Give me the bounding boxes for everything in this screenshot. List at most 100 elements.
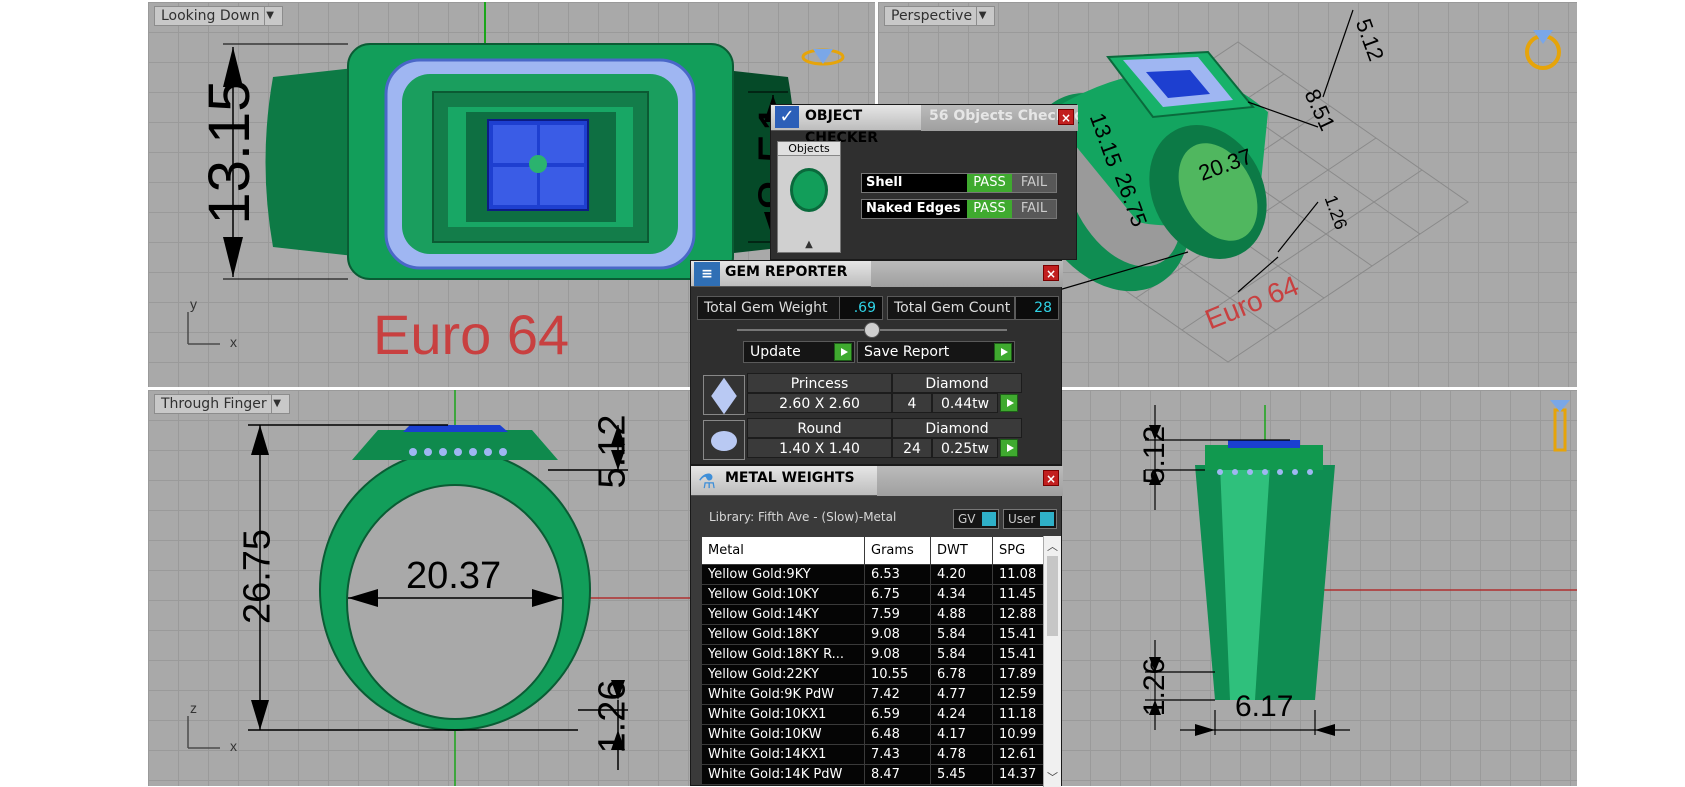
table-row[interactable]: White Gold:10KX1 6.59 4.24 11.18	[701, 704, 1043, 725]
pass-badge[interactable]: PASS	[967, 200, 1012, 218]
table-cell: 4.34	[930, 584, 993, 605]
dimension-shank-width: 6.17	[1235, 690, 1294, 723]
gem-row[interactable]: Princess Diamond 2.60 X 2.60 4 0.44tw	[701, 373, 1053, 415]
scroll-down-icon[interactable]: ﹀	[1047, 769, 1058, 785]
user-toggle[interactable]: User	[1003, 509, 1057, 529]
scrollbar-thumb[interactable]	[1047, 556, 1058, 636]
gv-toggle[interactable]: GV	[953, 509, 999, 529]
table-cell: 4.77	[930, 684, 993, 705]
scroll-up-icon[interactable]: ▲	[778, 239, 840, 250]
round-gem-icon	[703, 420, 745, 460]
table-row[interactable]: Yellow Gold:10KY 6.75 4.34 11.45	[701, 584, 1043, 605]
metal-table-body: Yellow Gold:9KY 6.53 4.20 11.08 Yellow Gold:…	[701, 564, 1043, 785]
gem-detail-button[interactable]	[1000, 394, 1018, 412]
gem-detail-button[interactable]	[1000, 439, 1018, 457]
table-cell: 5.45	[930, 764, 993, 785]
gem-reporter-title: ≡ GEM REPORTER	[691, 261, 871, 287]
table-row[interactable]: Yellow Gold:9KY 6.53 4.20 11.08	[701, 564, 1043, 585]
gem-cut: Round	[747, 418, 892, 438]
column-header[interactable]: SPG	[992, 536, 1043, 565]
slider-handle[interactable]	[864, 322, 880, 338]
table-cell: 9.08	[864, 644, 931, 665]
table-cell: Yellow Gold:10KY	[701, 584, 865, 605]
table-cell: 7.43	[864, 744, 931, 765]
table-cell: 6.48	[864, 724, 931, 745]
column-header[interactable]: Grams	[864, 536, 931, 565]
table-row[interactable]: Yellow Gold:22KY 10.55 6.78 17.89	[701, 664, 1043, 685]
checkmark-icon: ✓	[775, 106, 799, 128]
table-cell: 5.84	[930, 624, 993, 645]
princess-gem-icon	[703, 375, 745, 415]
update-button[interactable]: Update	[743, 341, 855, 363]
pass-badge[interactable]: PASS	[967, 174, 1012, 192]
object-checker-title: ✓ OBJECT CHECKER	[771, 105, 921, 146]
close-button[interactable]: ×	[1058, 109, 1074, 125]
column-header[interactable]: Metal	[701, 536, 865, 565]
gem-count: 24	[892, 438, 932, 458]
metal-library-label: Library: Fifth Ave - (Slow)-Metal	[709, 510, 897, 524]
table-cell: 12.88	[992, 604, 1043, 625]
table-cell: 4.88	[930, 604, 993, 625]
table-cell: White Gold:14KX1	[701, 744, 865, 765]
table-cell: 4.24	[930, 704, 993, 725]
table-cell: 5.84	[930, 644, 993, 665]
viewport-through-finger[interactable]: Through Finger ▼ 26.75 20.37 5.12 1.26 z…	[148, 390, 693, 786]
table-row[interactable]: Yellow Gold:18KY 9.08 5.84 15.41	[701, 624, 1043, 645]
table-cell: 14.37	[992, 764, 1043, 785]
fail-badge[interactable]: FAIL	[1012, 174, 1056, 192]
metal-weights-table: Metal Grams DWT SPG Yellow Gold:9KY 6.53 4…	[701, 536, 1043, 785]
table-cell: White Gold:9K PdW	[701, 684, 865, 705]
table-cell: White Gold:10KX1	[701, 704, 865, 725]
metal-weights-panel[interactable]: ⚗ METAL WEIGHTS × Library: Fifth Ave - (…	[690, 465, 1063, 787]
dimension-shank-thickness: 1.26	[1138, 657, 1171, 717]
table-row[interactable]: White Gold:14KX1 7.43 4.78 12.61	[701, 744, 1043, 765]
table-cell: 11.08	[992, 564, 1043, 585]
play-icon	[834, 343, 852, 361]
gem-reporter-panel[interactable]: ≡ GEM REPORTER × Total Gem Weight .69 To…	[690, 260, 1063, 465]
check-row-shell: Shell PASS FAIL	[861, 173, 1057, 193]
table-cell: 8.47	[864, 764, 931, 785]
table-row[interactable]: Yellow Gold:18KY R... 9.08 5.84 15.41	[701, 644, 1043, 665]
table-row[interactable]: White Gold:14K PdW 8.47 5.45 14.37	[701, 764, 1043, 785]
play-icon	[994, 343, 1012, 361]
table-cell: Yellow Gold:9KY	[701, 564, 865, 585]
table-cell: 15.41	[992, 644, 1043, 665]
dimension-head-height: 5.12	[591, 414, 634, 489]
fail-badge[interactable]: FAIL	[1012, 200, 1056, 218]
viewport-side[interactable]: 5.12 1.26 6.17	[1060, 390, 1577, 786]
table-cell: 15.41	[992, 624, 1043, 645]
table-cell: Yellow Gold:22KY	[701, 664, 865, 685]
table-cell: 6.75	[864, 584, 931, 605]
gem-type: Diamond	[892, 418, 1022, 438]
dimension-overall-height: 26.75	[236, 528, 279, 625]
table-row[interactable]: White Gold:10KW 6.48 4.17 10.99	[701, 724, 1043, 745]
table-cell: Yellow Gold:18KY	[701, 624, 865, 645]
table-cell: 6.53	[864, 564, 931, 585]
close-button[interactable]: ×	[1043, 265, 1059, 281]
table-cell: White Gold:14K PdW	[701, 764, 865, 785]
save-report-button[interactable]: Save Report	[857, 341, 1015, 363]
object-checker-panel[interactable]: ✓ OBJECT CHECKER 56 Objects Checked × Ob…	[770, 104, 1078, 260]
rhino-workspace: Looking Down ▼ 13.15 Euro 64 y x Perspec…	[0, 0, 1685, 787]
axis-label-x: x	[230, 334, 237, 350]
gem-size: 2.60 X 2.60	[747, 393, 892, 413]
axis-label-x: x	[230, 738, 237, 754]
table-cell: 10.99	[992, 724, 1043, 745]
table-cell: 12.61	[992, 744, 1043, 765]
toggle-indicator	[982, 512, 996, 526]
watermark-text: Euro 64	[373, 303, 570, 366]
table-row[interactable]: Yellow Gold:14KY 7.59 4.88 12.88	[701, 604, 1043, 625]
objects-thumbnail[interactable]: Objects ▲	[777, 141, 841, 253]
gem-report-icon: ≡	[694, 262, 720, 286]
table-cell: 9.08	[864, 624, 931, 645]
vertical-scrollbar[interactable]: ︿ ﹀	[1043, 536, 1061, 787]
scroll-up-icon[interactable]: ︿	[1047, 538, 1058, 554]
table-cell: Yellow Gold:14KY	[701, 604, 865, 625]
close-button[interactable]: ×	[1043, 470, 1059, 486]
table-cell: 11.18	[992, 704, 1043, 725]
gem-slider[interactable]	[737, 322, 1007, 338]
gem-row[interactable]: Round Diamond 1.40 X 1.40 24 0.25tw	[701, 418, 1053, 460]
column-header[interactable]: DWT	[930, 536, 993, 565]
table-row[interactable]: White Gold:9K PdW 7.42 4.77 12.59	[701, 684, 1043, 705]
table-cell: 10.55	[864, 664, 931, 685]
